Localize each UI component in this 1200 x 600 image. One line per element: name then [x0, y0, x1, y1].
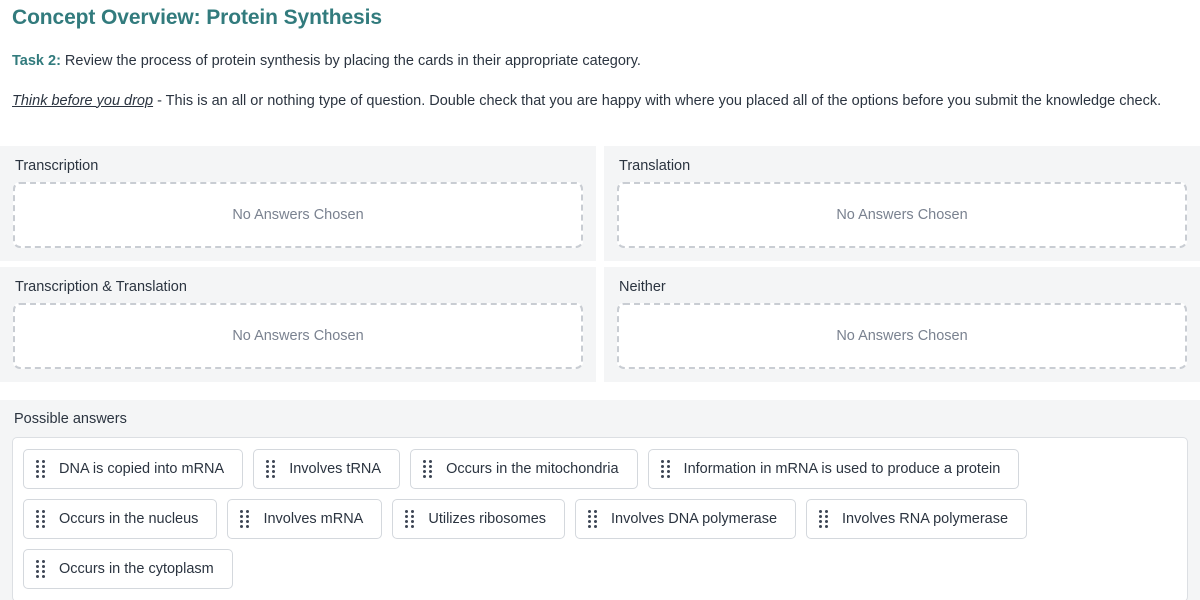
- page-title: Concept Overview: Protein Synthesis: [12, 6, 382, 29]
- warning-text: - This is an all or nothing type of ques…: [153, 92, 1162, 109]
- drop-placeholder: No Answers Chosen: [836, 328, 968, 344]
- drop-target[interactable]: No Answers Chosen: [13, 182, 583, 248]
- answer-card[interactable]: Occurs in the cytoplasm: [23, 549, 233, 589]
- answer-card[interactable]: Utilizes ribosomes: [392, 499, 566, 539]
- task-instruction-text: Review the process of protein synthesis …: [60, 53, 641, 69]
- drop-target[interactable]: No Answers Chosen: [617, 303, 1187, 369]
- drop-zone-transcription[interactable]: Transcription No Answers Chosen: [0, 146, 596, 261]
- task-instruction: Task 2: Review the process of protein sy…: [12, 30, 1188, 72]
- answer-card[interactable]: Involves DNA polymerase: [575, 499, 797, 539]
- drop-target[interactable]: No Answers Chosen: [617, 182, 1187, 248]
- answer-card[interactable]: Occurs in the mitochondria: [410, 449, 638, 489]
- drop-zone-title: Translation: [619, 158, 691, 174]
- drop-placeholder: No Answers Chosen: [232, 328, 364, 344]
- drag-grip-icon[interactable]: [36, 460, 45, 478]
- drag-grip-icon[interactable]: [819, 510, 829, 528]
- drop-zone-title: Neither: [619, 279, 666, 295]
- drop-placeholder: No Answers Chosen: [836, 207, 968, 223]
- answer-card[interactable]: Occurs in the nucleus: [23, 499, 218, 539]
- intro-section: Concept Overview: Protein Synthesis Task…: [0, 0, 1200, 112]
- answer-card-label: Occurs in the mitochondria: [446, 460, 619, 477]
- answer-card[interactable]: Involves mRNA: [227, 499, 383, 539]
- drag-grip-icon[interactable]: [588, 510, 598, 528]
- answer-card[interactable]: DNA is copied into mRNA: [23, 449, 244, 489]
- drag-grip-icon[interactable]: [423, 460, 433, 478]
- answer-card-label: Involves mRNA: [263, 510, 364, 527]
- answer-card-label: Occurs in the cytoplasm: [59, 560, 214, 577]
- answer-card[interactable]: Involves RNA polymerase: [806, 499, 1028, 539]
- drag-grip-icon[interactable]: [36, 510, 45, 528]
- answer-card-label: Involves tRNA: [289, 460, 382, 477]
- drop-placeholder: No Answers Chosen: [232, 207, 364, 223]
- possible-answers-title: Possible answers: [14, 411, 127, 427]
- drop-zone-transcription-and-translation[interactable]: Transcription & Translation No Answers C…: [0, 267, 596, 382]
- drop-zone-grid: Transcription No Answers Chosen Translat…: [0, 146, 1200, 388]
- answer-card-list: DNA is copied into mRNA Involves tRNA Occu…: [23, 449, 1177, 589]
- answer-card-label: Information in mRNA is used to produce a…: [683, 460, 1001, 477]
- task-label: Task 2:: [12, 53, 61, 69]
- answer-card-label: DNA is copied into mRNA: [59, 460, 225, 477]
- activity-page: Concept Overview: Protein Synthesis Task…: [0, 0, 1200, 600]
- drag-grip-icon[interactable]: [240, 510, 250, 528]
- answer-card-label: Involves DNA polymerase: [611, 510, 778, 527]
- drop-zone-title: Transcription & Translation: [15, 279, 187, 295]
- answer-card[interactable]: Information in mRNA is used to produce a…: [647, 449, 1020, 489]
- drag-grip-icon[interactable]: [405, 510, 415, 528]
- drop-zone-neither[interactable]: Neither No Answers Chosen: [604, 267, 1200, 382]
- warning-emphasis: Think before you drop: [12, 92, 154, 109]
- drop-target[interactable]: No Answers Chosen: [13, 303, 583, 369]
- drag-grip-icon[interactable]: [36, 560, 45, 578]
- drag-grip-icon[interactable]: [660, 460, 670, 478]
- possible-answers-panel: Possible answers DNA is copied into mRNA…: [0, 400, 1200, 600]
- possible-answers-well[interactable]: DNA is copied into mRNA Involves tRNA Occu…: [12, 437, 1188, 600]
- drop-zone-translation[interactable]: Translation No Answers Chosen: [604, 146, 1200, 261]
- drag-grip-icon[interactable]: [266, 460, 276, 478]
- answer-card[interactable]: Involves tRNA: [253, 449, 401, 489]
- answer-card-label: Involves RNA polymerase: [842, 510, 1009, 527]
- answer-card-label: Occurs in the nucleus: [59, 510, 199, 527]
- answer-card-label: Utilizes ribosomes: [428, 510, 547, 527]
- warning-instruction: Think before you drop - This is an all o…: [12, 72, 1188, 112]
- drop-zone-title: Transcription: [15, 158, 99, 174]
